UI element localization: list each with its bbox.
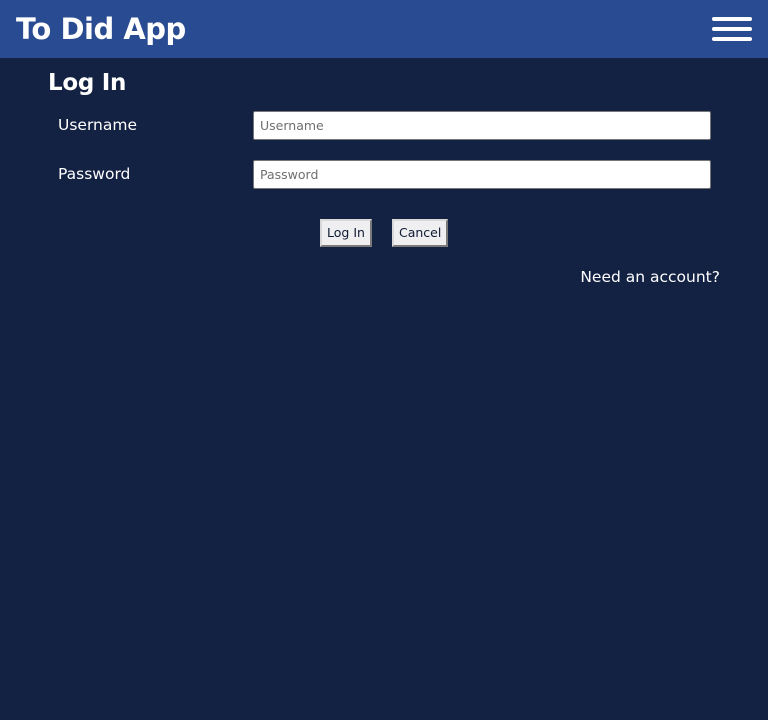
menu-bar-top	[712, 17, 752, 21]
menu-bar-middle	[712, 27, 752, 31]
need-account-link[interactable]: Need an account?	[580, 267, 720, 287]
menu-bar-bottom	[712, 37, 752, 41]
app-title: To Did App	[16, 12, 186, 46]
page-title: Log In	[48, 70, 127, 96]
password-input[interactable]	[253, 160, 711, 189]
cancel-button[interactable]: Cancel	[392, 219, 448, 247]
login-button[interactable]: Log In	[320, 219, 372, 247]
username-input[interactable]	[253, 111, 711, 140]
app-header: To Did App	[0, 0, 768, 58]
username-label: Username	[58, 116, 138, 134]
hamburger-menu-icon[interactable]	[710, 14, 754, 44]
password-label: Password	[58, 165, 131, 183]
